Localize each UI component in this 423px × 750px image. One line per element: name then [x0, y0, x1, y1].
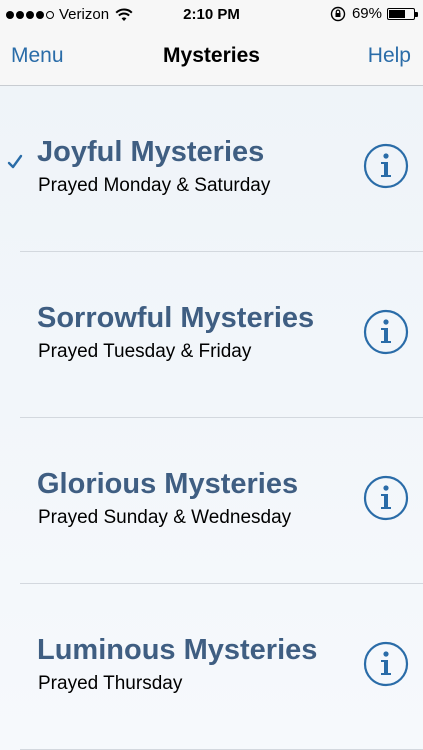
mystery-title: Joyful Mysteries	[37, 136, 265, 168]
lock-rotation-icon	[330, 6, 346, 21]
mystery-subtitle: Prayed Monday & Saturday	[38, 175, 271, 196]
mysteries-list: Joyful Mysteries Prayed Monday & Saturda…	[0, 86, 423, 750]
help-button[interactable]: Help	[368, 44, 411, 68]
screen: Verizon 2:10 PM 69% Menu Mysteries Help	[0, 0, 423, 750]
mystery-title: Glorious Mysteries	[37, 468, 299, 500]
mystery-row-glorious[interactable]: Glorious Mysteries Prayed Sunday & Wedne…	[0, 418, 423, 584]
info-icon[interactable]	[363, 641, 409, 687]
navigation-bar: Menu Mysteries Help	[0, 30, 423, 86]
battery-fill	[389, 9, 405, 18]
info-icon[interactable]	[363, 475, 409, 521]
mystery-row-sorrowful[interactable]: Sorrowful Mysteries Prayed Tuesday & Fri…	[0, 252, 423, 418]
mystery-subtitle: Prayed Tuesday & Friday	[38, 341, 252, 362]
checkmark-icon	[7, 154, 23, 169]
mystery-row-joyful[interactable]: Joyful Mysteries Prayed Monday & Saturda…	[0, 86, 423, 252]
mystery-row-luminous[interactable]: Luminous Mysteries Prayed Thursday	[0, 584, 423, 750]
info-icon[interactable]	[363, 309, 409, 355]
battery-percent: 69%	[351, 5, 382, 22]
info-icon[interactable]	[363, 143, 409, 189]
mystery-subtitle: Prayed Sunday & Wednesday	[38, 507, 292, 528]
battery-tip	[415, 11, 418, 17]
battery-icon	[387, 7, 418, 20]
status-bar: Verizon 2:10 PM 69%	[0, 0, 423, 30]
mystery-title: Sorrowful Mysteries	[37, 302, 315, 334]
page-title: Mysteries	[163, 44, 260, 67]
mystery-subtitle: Prayed Thursday	[38, 673, 183, 694]
mystery-title: Luminous Mysteries	[37, 634, 318, 666]
status-right: 69%	[330, 5, 418, 22]
